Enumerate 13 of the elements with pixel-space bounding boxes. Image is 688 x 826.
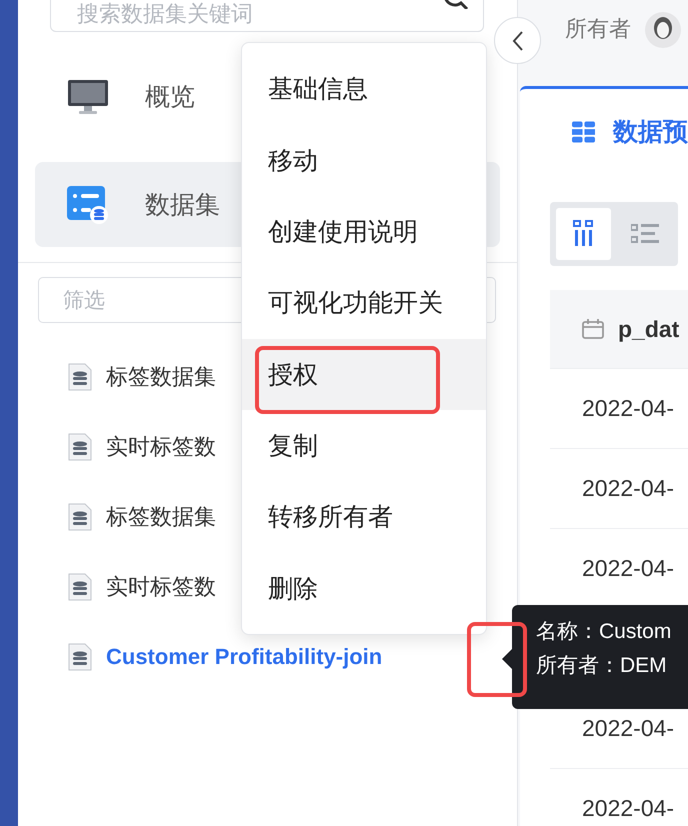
table-cell: 2022-04- — [582, 715, 674, 742]
search-placeholder: 搜索数据集关键词 — [77, 0, 254, 28]
tooltip-text: 名称：Custom — [536, 619, 672, 645]
table-cell: 2022-04- — [582, 395, 674, 422]
nav-label: 概览 — [145, 82, 195, 113]
table-cell: 2022-04- — [582, 555, 674, 582]
filter-placeholder: 筛选 — [63, 288, 105, 314]
owner-label: 所有者 — [565, 15, 631, 43]
table-cell: 2022-04- — [582, 795, 674, 822]
tooltip-text: 所有者：DEM — [536, 653, 668, 679]
column-header: p_dat — [618, 316, 680, 342]
table-cell: 2022-04- — [582, 475, 674, 502]
nav-label: 数据集 — [145, 190, 220, 221]
